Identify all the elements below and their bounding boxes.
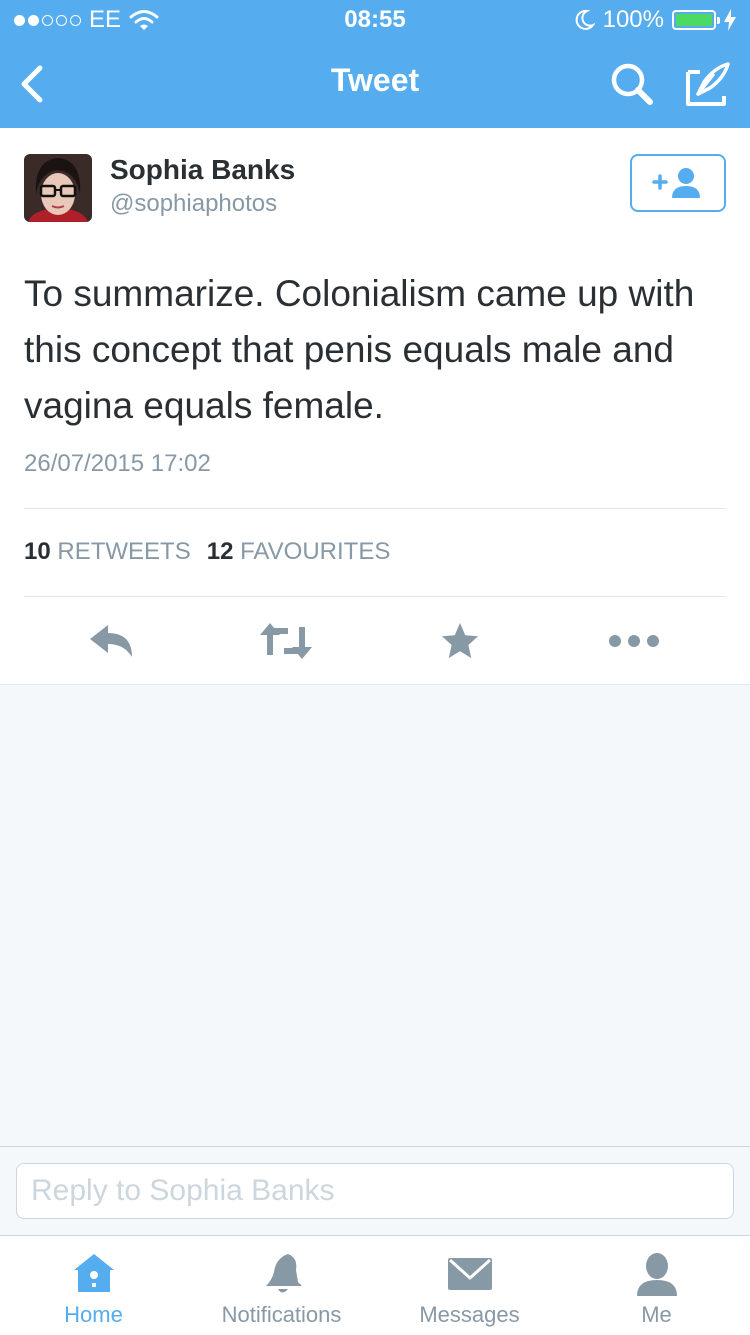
- retweet-count: 10: [24, 538, 51, 565]
- tweet-timestamp: 26/07/2015 17:02: [24, 450, 211, 477]
- favourite-count: 12: [206, 538, 234, 565]
- reply-bar: [0, 1146, 750, 1236]
- header: EE 08:55 100% Tweet: [0, 0, 750, 128]
- reply-button[interactable]: [82, 606, 142, 676]
- tab-label: Notifications: [221, 1302, 342, 1327]
- home-icon: [73, 1254, 114, 1292]
- battery-icon: [672, 10, 720, 30]
- tweet-text: To summarize. Colonialism came up with t…: [24, 273, 695, 426]
- more-options-button[interactable]: [604, 606, 664, 676]
- author-handle[interactable]: @sophiaphotos: [110, 190, 277, 218]
- avatar[interactable]: [24, 154, 92, 222]
- tweet-stats: 10 RETWEETS 12 FAVOURITES: [24, 538, 390, 566]
- reply-input[interactable]: [16, 1163, 734, 1219]
- tab-home[interactable]: Home: [0, 1236, 187, 1335]
- retweet-icon: [260, 623, 312, 659]
- favourite-button[interactable]: [430, 606, 490, 676]
- add-user-icon: [652, 168, 700, 198]
- compose-quill-icon[interactable]: [684, 60, 732, 108]
- status-bar: EE 08:55 100%: [0, 0, 750, 40]
- tweet-actions: [0, 606, 750, 676]
- more-dots-icon: [609, 635, 659, 647]
- do-not-disturb-moon-icon: [575, 9, 595, 30]
- favourite-label: FAVOURITES: [240, 538, 391, 565]
- tweet-detail: Sophia Banks @sophiaphotos To summarize.…: [0, 128, 750, 685]
- divider: [24, 596, 726, 597]
- tab-label: Me: [641, 1302, 672, 1327]
- person-icon: [636, 1253, 677, 1296]
- tab-notifications[interactable]: Notifications: [188, 1236, 375, 1335]
- favourites-stat[interactable]: 12 FAVOURITES: [207, 538, 391, 566]
- envelope-icon: [447, 1258, 492, 1290]
- reply-icon: [90, 625, 132, 657]
- tab-label: Messages: [419, 1302, 520, 1327]
- tab-bar: Home Notifications Messages Me: [0, 1235, 750, 1335]
- tab-label: Home: [64, 1302, 123, 1327]
- search-icon[interactable]: [608, 60, 656, 108]
- author-name[interactable]: Sophia Banks: [110, 154, 295, 186]
- tab-messages[interactable]: Messages: [376, 1236, 563, 1335]
- retweets-stat[interactable]: 10 RETWEETS: [24, 538, 191, 566]
- charging-bolt-icon: [724, 9, 736, 31]
- retweet-label: RETWEETS: [57, 538, 191, 565]
- divider: [24, 508, 726, 509]
- navigation-bar: Tweet: [0, 40, 750, 128]
- status-right: 100%: [573, 6, 736, 34]
- bell-icon: [265, 1254, 302, 1293]
- retweet-button[interactable]: [256, 606, 316, 676]
- star-icon: [442, 623, 478, 658]
- follow-button[interactable]: [630, 154, 726, 212]
- tab-me[interactable]: Me: [563, 1236, 750, 1335]
- battery-percent: 100%: [602, 6, 664, 33]
